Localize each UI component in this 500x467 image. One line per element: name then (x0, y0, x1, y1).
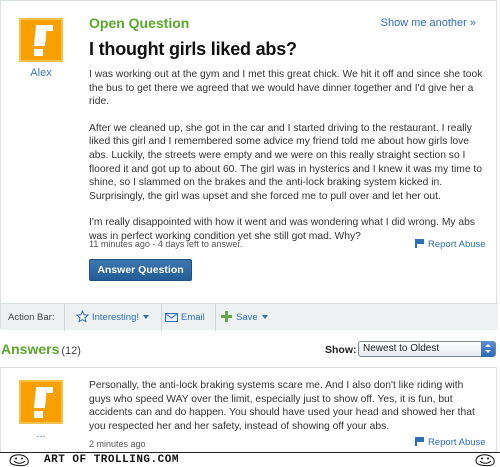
up-down-arrows-icon (481, 341, 495, 357)
avatar-exclamation-stroke (33, 387, 48, 408)
chevron-down-icon (143, 315, 149, 319)
question-report-abuse-link[interactable]: Report Abuse (415, 239, 486, 250)
question-meta: 11 minutes ago - 4 days left to answer. (89, 239, 243, 249)
avatar-exclamation-dot (34, 411, 43, 418)
envelope-icon (165, 313, 178, 322)
sort-selected-value: Newest to Oldest (363, 343, 440, 354)
trollface-icon (475, 454, 495, 467)
chevron-down-icon (261, 315, 268, 319)
trollface-icon (9, 454, 29, 467)
email-button[interactable]: Email (165, 309, 205, 326)
question-body: I was working out at the gym and I met t… (89, 68, 485, 257)
report-abuse-label: Report Abuse (428, 437, 486, 448)
answer-report-abuse-link[interactable]: Report Abuse (415, 437, 486, 448)
avatar-exclamation-stroke (33, 25, 48, 46)
question-type-label: Open Question (89, 15, 190, 31)
save-button[interactable]: Save (220, 309, 268, 326)
answers-heading: Answers (12) (1, 341, 81, 357)
divider (64, 304, 65, 331)
question-paragraph: After we cleaned up, she got in the car … (89, 122, 483, 202)
save-label: Save (236, 312, 258, 323)
answer-text: Personally, the anti-lock braking system… (89, 380, 475, 432)
watermark-strip: ART OF TROLLING.COM (0, 452, 500, 467)
answer-meta: 2 minutes ago (89, 439, 146, 449)
interesting-button[interactable]: Interesting! (76, 309, 149, 326)
answer-item: ... Personally, the anti-lock braking sy… (0, 367, 497, 462)
sort-select[interactable]: Newest to Oldest (358, 341, 496, 357)
avatar-exclamation-dot (34, 49, 43, 56)
action-bar: Action Bar: Interesting! Email Save (1, 303, 498, 331)
answerer-name-link[interactable]: ... (19, 428, 63, 440)
answerer-avatar-icon[interactable] (19, 380, 63, 424)
question-card: Alex Open Question Show me another » I t… (0, 0, 498, 331)
answer-question-button[interactable]: Answer Question (89, 259, 192, 281)
asker-name-link[interactable]: Alex (19, 67, 63, 79)
watermark-text: ART OF TROLLING.COM (44, 454, 179, 466)
question-paragraph: I was working out at the gym and I met t… (89, 69, 483, 108)
flag-icon (415, 239, 424, 248)
avatar-notch (47, 387, 53, 393)
star-icon (76, 310, 89, 323)
interesting-label: Interesting! (92, 312, 139, 323)
email-label: Email (181, 312, 205, 323)
plus-icon (221, 311, 232, 322)
flag-icon (415, 437, 424, 446)
divider (215, 304, 216, 331)
question-title: I thought girls liked abs? (89, 39, 297, 59)
action-bar-label: Action Bar: (8, 312, 55, 323)
asker-avatar-icon[interactable] (19, 18, 63, 62)
avatar-notch (47, 25, 53, 31)
answers-count: (12) (61, 345, 81, 357)
report-abuse-label: Report Abuse (428, 239, 486, 250)
show-another-link[interactable]: Show me another » (381, 17, 476, 29)
answers-title: Answers (1, 341, 60, 357)
sort-label: Show: (325, 344, 357, 356)
divider (161, 304, 162, 331)
